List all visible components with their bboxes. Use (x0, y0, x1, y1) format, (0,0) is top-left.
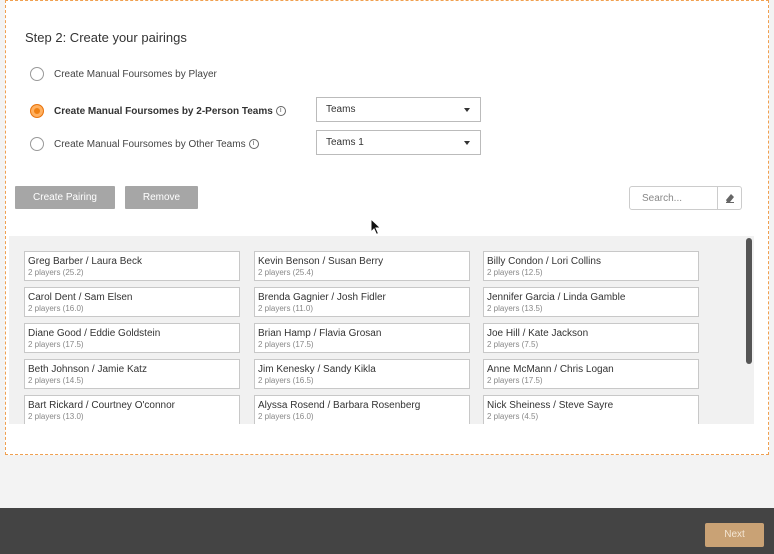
team-card-detail: 2 players (13.5) (487, 304, 543, 313)
team-card[interactable]: Beth Johnson / Jamie Katz 2 players (14.5… (24, 359, 240, 389)
team-card-name: Carol Dent / Sam Elsen (28, 292, 133, 303)
option-label-by-other-teams: Create Manual Foursomes by Other Teams (54, 138, 246, 150)
team-card[interactable]: Bart Rickard / Courtney O'connor 2 player… (24, 395, 240, 424)
team-card-detail: 2 players (14.5) (28, 376, 84, 385)
option-by-2-person-teams[interactable]: Create Manual Foursomes by 2-Person Team… (30, 104, 286, 118)
team-card-name: Bart Rickard / Courtney O'connor (28, 400, 175, 411)
team-list-scrollbar[interactable] (746, 238, 752, 364)
search-box (629, 186, 742, 210)
team-card-detail: 2 players (16.5) (258, 376, 314, 385)
team-card[interactable]: Anne McMann / Chris Logan 2 players (17.5… (483, 359, 699, 389)
option-label-by-2-person-teams: Create Manual Foursomes by 2-Person Team… (54, 105, 273, 117)
team-card-name: Anne McMann / Chris Logan (487, 364, 614, 375)
radio-by-player[interactable] (30, 67, 44, 81)
team-card-name: Beth Johnson / Jamie Katz (28, 364, 147, 375)
team-card-name: Jim Kenesky / Sandy Kikla (258, 364, 376, 375)
team-card[interactable]: Alyssa Rosend / Barbara Rosenberg 2 playe… (254, 395, 470, 424)
team-card-name: Brenda Gagnier / Josh Fidler (258, 292, 386, 303)
team-card-name: Alyssa Rosend / Barbara Rosenberg (258, 400, 421, 411)
team-card[interactable]: Greg Barber / Laura Beck 2 players (25.2) (24, 251, 240, 281)
team-card-name: Diane Good / Eddie Goldstein (28, 328, 161, 339)
teams-select-value: Teams (326, 104, 356, 115)
team-card-name: Jennifer Garcia / Linda Gamble (487, 292, 626, 303)
option-label-by-player: Create Manual Foursomes by Player (54, 68, 217, 80)
team-card-detail: 2 players (7.5) (487, 340, 539, 349)
chevron-down-icon (464, 108, 470, 112)
team-card-detail: 2 players (25.4) (258, 268, 314, 277)
team-card[interactable]: Nick Sheiness / Steve Sayre 2 players (4.… (483, 395, 699, 424)
team-card-detail: 2 players (4.5) (487, 412, 539, 421)
team-card-name: Nick Sheiness / Steve Sayre (487, 400, 614, 411)
team-card[interactable]: Joe Hill / Kate Jackson 2 players (7.5) (483, 323, 699, 353)
search-input[interactable] (630, 187, 717, 209)
team-card[interactable]: Jennifer Garcia / Linda Gamble 2 players … (483, 287, 699, 317)
team-card-detail: 2 players (16.0) (28, 304, 84, 313)
team-card-detail: 2 players (25.2) (28, 268, 84, 277)
team-card-detail: 2 players (13.0) (28, 412, 84, 421)
team-card-name: Joe Hill / Kate Jackson (487, 328, 589, 339)
option-by-player[interactable]: Create Manual Foursomes by Player (30, 67, 217, 81)
team-card-detail: 2 players (17.5) (258, 340, 314, 349)
mouse-cursor-icon (370, 218, 382, 236)
remove-button[interactable]: Remove (125, 186, 198, 209)
radio-by-other-teams[interactable] (30, 137, 44, 151)
radio-by-2-person-teams[interactable] (30, 104, 44, 118)
team-card[interactable]: Diane Good / Eddie Goldstein 2 players (1… (24, 323, 240, 353)
team-card-detail: 2 players (11.0) (258, 304, 313, 313)
team-card-name: Billy Condon / Lori Collins (487, 256, 601, 267)
team-card-detail: 2 players (17.5) (487, 376, 543, 385)
team-card[interactable]: Jim Kenesky / Sandy Kikla 2 players (16.5… (254, 359, 470, 389)
team-card-name: Greg Barber / Laura Beck (28, 256, 142, 267)
other-teams-select-value: Teams 1 (326, 137, 364, 148)
team-card[interactable]: Kevin Benson / Susan Berry 2 players (25.… (254, 251, 470, 281)
team-card[interactable]: Brenda Gagnier / Josh Fidler 2 players (1… (254, 287, 470, 317)
teams-select[interactable]: Teams (316, 97, 481, 122)
team-card[interactable]: Brian Hamp / Flavia Grosan 2 players (17.… (254, 323, 470, 353)
eraser-icon (726, 194, 734, 203)
team-list: Greg Barber / Laura Beck 2 players (25.2)… (9, 236, 754, 424)
chevron-down-icon (464, 141, 470, 145)
team-card[interactable]: Billy Condon / Lori Collins 2 players (12… (483, 251, 699, 281)
info-icon[interactable]: i (248, 139, 259, 149)
next-button[interactable]: Next (705, 523, 764, 547)
team-card-name: Kevin Benson / Susan Berry (258, 256, 384, 267)
team-card-detail: 2 players (16.0) (258, 412, 314, 421)
team-card[interactable]: Carol Dent / Sam Elsen 2 players (16.0) (24, 287, 240, 317)
team-card-name: Brian Hamp / Flavia Grosan (258, 328, 382, 339)
option-by-other-teams[interactable]: Create Manual Foursomes by Other Teams i (30, 137, 259, 151)
other-teams-select[interactable]: Teams 1 (316, 130, 481, 155)
create-pairing-button[interactable]: Create Pairing (15, 186, 115, 209)
footer-bar (0, 508, 774, 554)
info-icon[interactable]: i (275, 106, 286, 116)
step-title: Step 2: Create your pairings (25, 30, 187, 45)
team-card-detail: 2 players (12.5) (487, 268, 543, 277)
team-card-detail: 2 players (17.5) (28, 340, 84, 349)
clear-search-button[interactable] (717, 187, 741, 209)
